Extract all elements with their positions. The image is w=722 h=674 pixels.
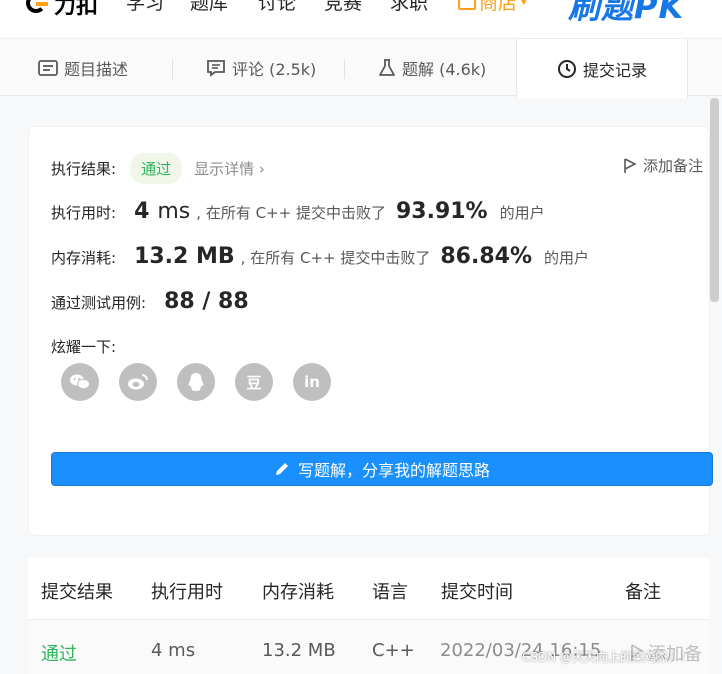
nav-item-discuss[interactable]: 讨论 xyxy=(258,0,296,15)
column-header: 备注 xyxy=(625,582,661,603)
write-solution-label: 写题解，分享我的解题思路 xyxy=(297,461,490,480)
submission-memory: 13.2 MB xyxy=(262,640,336,661)
runtime-text: , 在所有 C++ 提交中击败了 xyxy=(196,204,386,222)
leetcode-logo-icon xyxy=(26,0,48,17)
douban-glyph: 豆 xyxy=(246,373,262,392)
tab-submissions[interactable]: 提交记录 xyxy=(516,39,688,98)
submission-runtime: 4 ms xyxy=(151,640,196,661)
table-header: 提交结果 执行用时 内存消耗 语言 提交时间 备注 xyxy=(28,558,710,620)
status-label: 执行结果: xyxy=(51,160,117,178)
clock-icon xyxy=(557,59,576,78)
submission-language: C++ xyxy=(372,640,415,661)
top-navbar: 力扣 学习 题库 讨论 竞赛 求职 商店 ▼ 刷题PK xyxy=(0,0,722,38)
nav-item-jobs[interactable]: 求职 xyxy=(390,0,428,15)
tab-description[interactable]: 题目描述 xyxy=(38,39,128,97)
linkedin-icon[interactable]: in xyxy=(293,363,331,401)
column-header: 提交时间 xyxy=(441,582,513,603)
submission-result-link[interactable]: 通过 xyxy=(41,640,77,666)
store-icon xyxy=(458,0,476,10)
runtime-row: 执行用时: 4 ms , 在所有 C++ 提交中击败了 93.91% 的用户 xyxy=(51,199,545,224)
watermark: CSDN @天天向上的菜鸡杰！！ xyxy=(522,650,693,664)
qq-icon[interactable] xyxy=(177,363,215,401)
nav-item-contest[interactable]: 竞赛 xyxy=(324,0,362,15)
caret-down-icon: ▼ xyxy=(520,0,528,7)
testcases-row: 通过测试用例: 88 / 88 xyxy=(51,289,249,314)
tab-label: 提交记录 xyxy=(582,60,647,80)
memory-percentile: 86.84% xyxy=(440,244,532,269)
memory-text: , 在所有 C++ 提交中击败了 xyxy=(240,249,431,267)
runtime-unit: ms xyxy=(157,199,191,224)
show-details-link[interactable]: 显示详情 › xyxy=(194,158,265,179)
submission-result-card: 执行结果: 通过 显示详情 › 添加备注 执行用时: 4 ms , 在所有 C+… xyxy=(28,126,713,536)
nav-item-learn[interactable]: 学习 xyxy=(126,0,164,15)
linkedin-glyph: in xyxy=(304,373,320,391)
write-solution-button[interactable]: 写题解，分享我的解题思路 xyxy=(51,452,713,486)
wechat-icon[interactable] xyxy=(61,363,99,401)
pencil-icon xyxy=(275,463,288,475)
runtime-suffix: 的用户 xyxy=(499,204,545,222)
memory-label: 内存消耗: xyxy=(51,249,117,267)
tab-divider xyxy=(172,59,173,79)
column-header: 执行用时 xyxy=(151,582,223,603)
tab-label: 题目描述 xyxy=(64,60,129,79)
share-label: 炫耀一下: xyxy=(51,338,117,356)
douban-icon[interactable]: 豆 xyxy=(235,363,273,401)
column-header: 内存消耗 xyxy=(262,582,334,603)
logo-text: 力扣 xyxy=(54,0,99,19)
tab-label: 评论 (2.5k) xyxy=(232,60,317,79)
column-header: 语言 xyxy=(372,582,408,603)
flask-icon xyxy=(379,59,395,76)
comment-icon xyxy=(207,60,225,77)
logo[interactable]: 力扣 xyxy=(26,0,98,20)
share-row: 炫耀一下: xyxy=(51,336,116,357)
memory-suffix: 的用户 xyxy=(544,249,590,267)
status-row: 执行结果: 通过 显示详情 › xyxy=(51,153,265,184)
flag-icon xyxy=(624,157,637,173)
add-note-button[interactable]: 添加备注 xyxy=(623,155,703,176)
store-label: 商店 xyxy=(479,0,518,14)
tab-label: 题解 (4.6k) xyxy=(402,60,487,79)
status-badge: 通过 xyxy=(130,153,183,184)
problem-tabs: 题目描述 评论 (2.5k) 题解 (4.6k) 提交记录 xyxy=(0,38,722,98)
column-header: 提交结果 xyxy=(41,582,113,603)
nav-item-problems[interactable]: 题库 xyxy=(190,0,228,15)
runtime-value: 4 xyxy=(134,199,150,224)
memory-row: 内存消耗: 13.2 MB , 在所有 C++ 提交中击败了 86.84% 的用… xyxy=(51,244,589,269)
description-icon xyxy=(38,60,58,76)
memory-value: 13.2 MB xyxy=(134,244,235,269)
runtime-percentile: 93.91% xyxy=(395,199,488,224)
add-note-label: 添加备注 xyxy=(642,157,703,175)
tab-solutions[interactable]: 题解 (4.6k) xyxy=(378,39,486,97)
pk-banner[interactable]: 刷题PK xyxy=(568,0,684,28)
share-icons: 豆 in xyxy=(61,363,331,401)
table-row[interactable]: 通过 4 ms 13.2 MB C++ 2022/03/24 16:15 添加备 xyxy=(28,620,710,674)
nav-item-store[interactable]: 商店 ▼ xyxy=(458,0,528,15)
scrollbar[interactable] xyxy=(710,98,719,302)
tab-divider xyxy=(344,59,345,79)
tab-comments[interactable]: 评论 (2.5k) xyxy=(206,39,316,97)
testcases-value: 88 / 88 xyxy=(164,289,249,314)
weibo-icon[interactable] xyxy=(119,363,157,401)
testcases-label: 通过测试用例: xyxy=(51,294,147,312)
runtime-label: 执行用时: xyxy=(51,204,117,222)
